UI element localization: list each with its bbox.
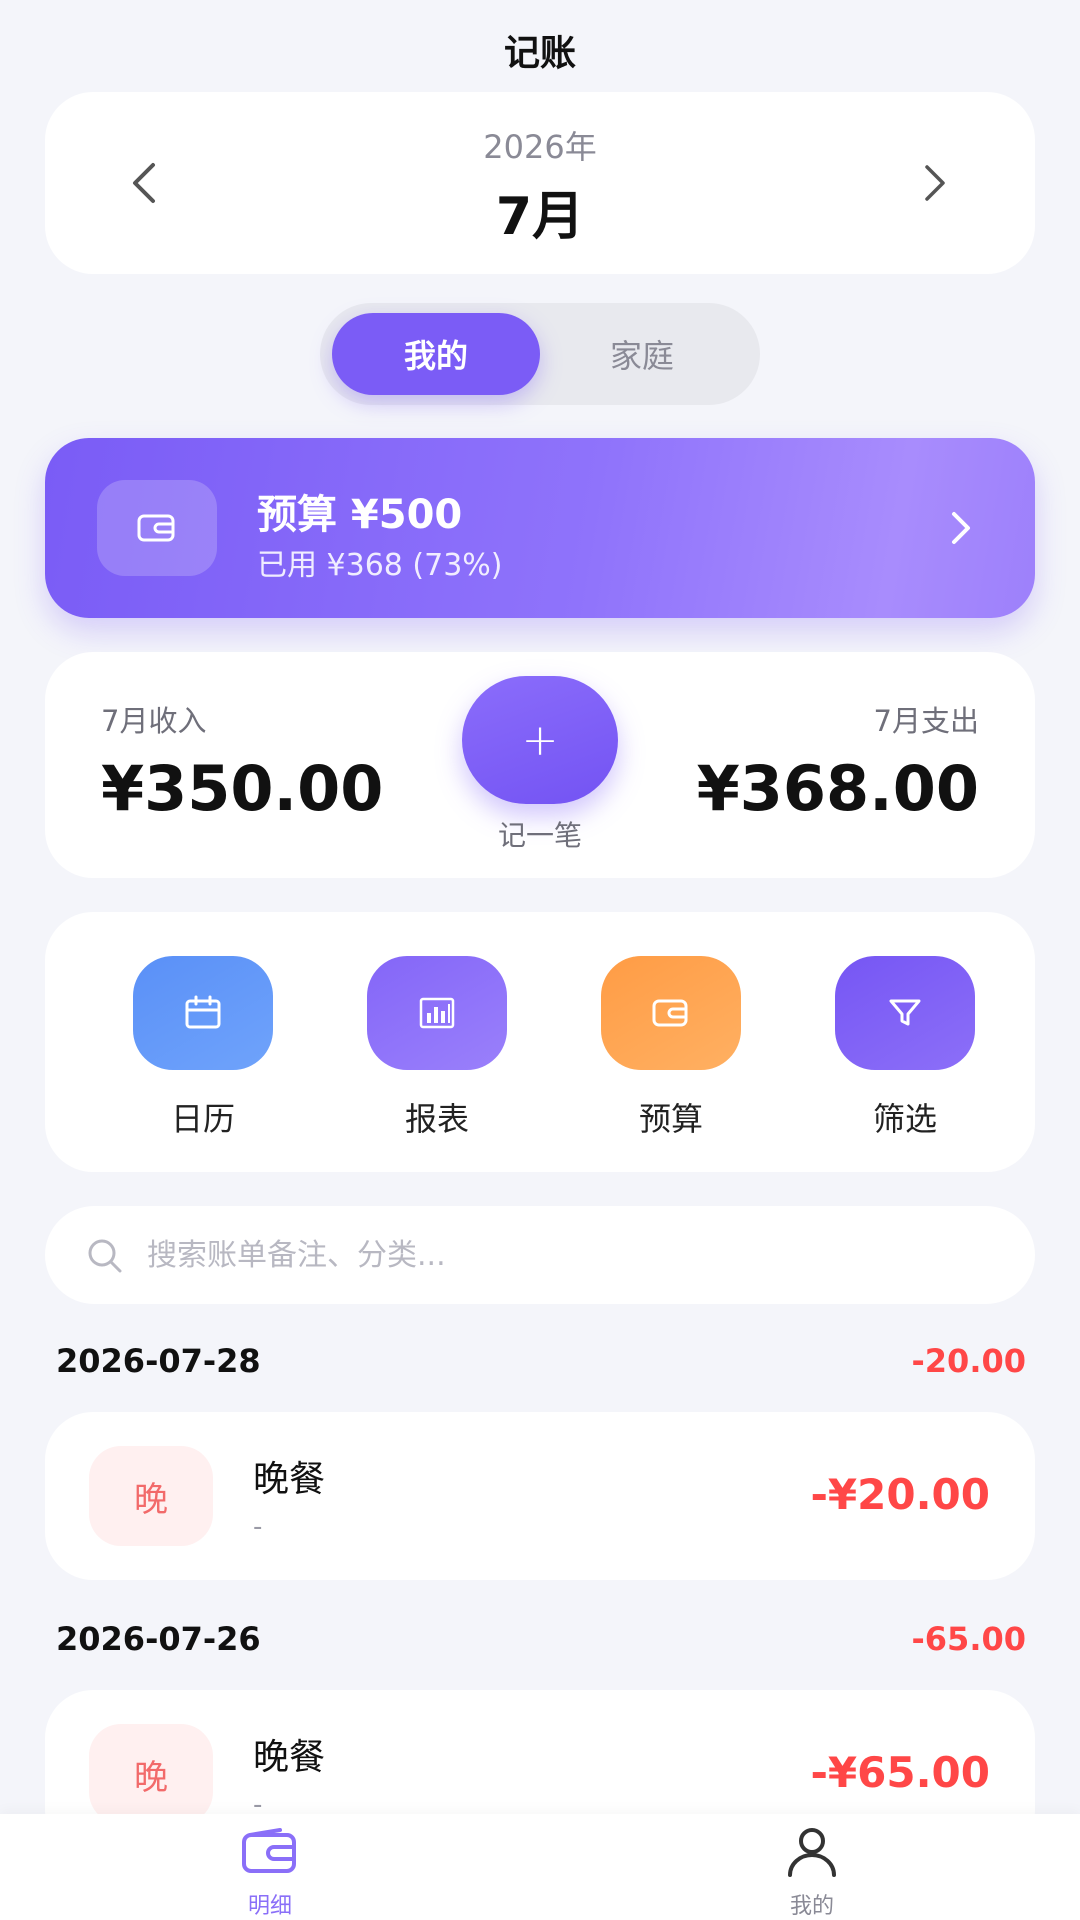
month-selector: 2026年 7月 [45,92,1035,274]
chevron-right-icon [925,165,945,201]
plus-icon: + [521,714,559,766]
transaction-amount: -¥65.00 [810,1748,990,1797]
calendar-icon [185,995,221,1029]
action-filter-label: 筛选 [872,1100,937,1138]
tab-mine[interactable]: 我的 [332,313,540,395]
transaction-item[interactable]: 晚 晚餐 - -¥20.00 [45,1412,1035,1580]
day-date: 2026-07-28 [56,1342,261,1380]
nav-mine-label: 我的 [789,1894,834,1919]
category-badge: 晚 [89,1724,213,1824]
expense-label: 7月支出 [873,704,979,738]
action-filter-icon-box [835,956,975,1070]
search-bar [45,1206,1035,1304]
search-icon [88,1239,122,1273]
day-date: 2026-07-26 [56,1620,261,1658]
day-header: 2026-07-26 -65.00 [56,1614,1026,1664]
wallet-icon [652,999,688,1027]
action-report[interactable]: 报表 [337,912,537,1172]
action-report-label: 报表 [404,1100,469,1138]
budget-banner[interactable]: 预算 ¥500 已用 ¥368 (73%) [45,438,1035,618]
header: 记账 [0,0,1080,100]
wallet-icon [242,1828,296,1873]
action-calendar-label: 日历 [170,1100,235,1138]
category-badge: 晚 [89,1446,213,1546]
person-icon [788,1828,836,1877]
scope-toggle: 我的 家庭 [320,303,760,405]
nav-mine-icon-box [782,1824,842,1880]
transaction-note: - [253,1512,263,1542]
budget-used: 已用 ¥368 (73%) [257,548,503,583]
filter-icon [889,999,921,1026]
nav-details[interactable]: 明细 [150,1814,390,1920]
transaction-amount: -¥20.00 [810,1470,990,1519]
action-filter[interactable]: 筛选 [805,912,1005,1172]
page-title: 记账 [503,33,576,74]
expense-value: ¥368.00 [696,752,979,825]
search-input[interactable] [147,1206,997,1304]
action-calendar[interactable]: 日历 [103,912,303,1172]
next-month-button[interactable] [875,92,995,274]
add-record-button[interactable]: + [462,676,618,804]
bar-chart-icon [419,997,455,1029]
transaction-name: 晚餐 [253,1737,326,1778]
day-total: -65.00 [911,1620,1027,1658]
budget-chevron [937,504,985,552]
action-budget-label: 预算 [638,1100,703,1138]
wallet-icon [137,514,175,542]
nav-details-icon-box [240,1824,300,1880]
day-total: -20.00 [911,1342,1027,1380]
budget-title: 预算 ¥500 [257,492,463,538]
nav-mine[interactable]: 我的 [692,1814,932,1920]
add-record-label: 记一笔 [497,819,582,852]
transaction-name: 晚餐 [253,1459,326,1500]
quick-actions: 日历 报表 预算 筛选 [45,912,1035,1172]
action-budget[interactable]: 预算 [571,912,771,1172]
nav-details-label: 明细 [247,1894,292,1919]
day-header: 2026-07-28 -20.00 [56,1336,1026,1386]
chevron-right-icon [952,512,970,544]
budget-icon-box [97,480,217,576]
income-value: ¥350.00 [101,752,384,825]
action-report-icon-box [367,956,507,1070]
income-label: 7月收入 [101,704,207,738]
action-calendar-icon-box [133,956,273,1070]
tab-family[interactable]: 家庭 [538,313,746,395]
bottom-nav: 明细 我的 [0,1814,1080,1920]
action-budget-icon-box [601,956,741,1070]
